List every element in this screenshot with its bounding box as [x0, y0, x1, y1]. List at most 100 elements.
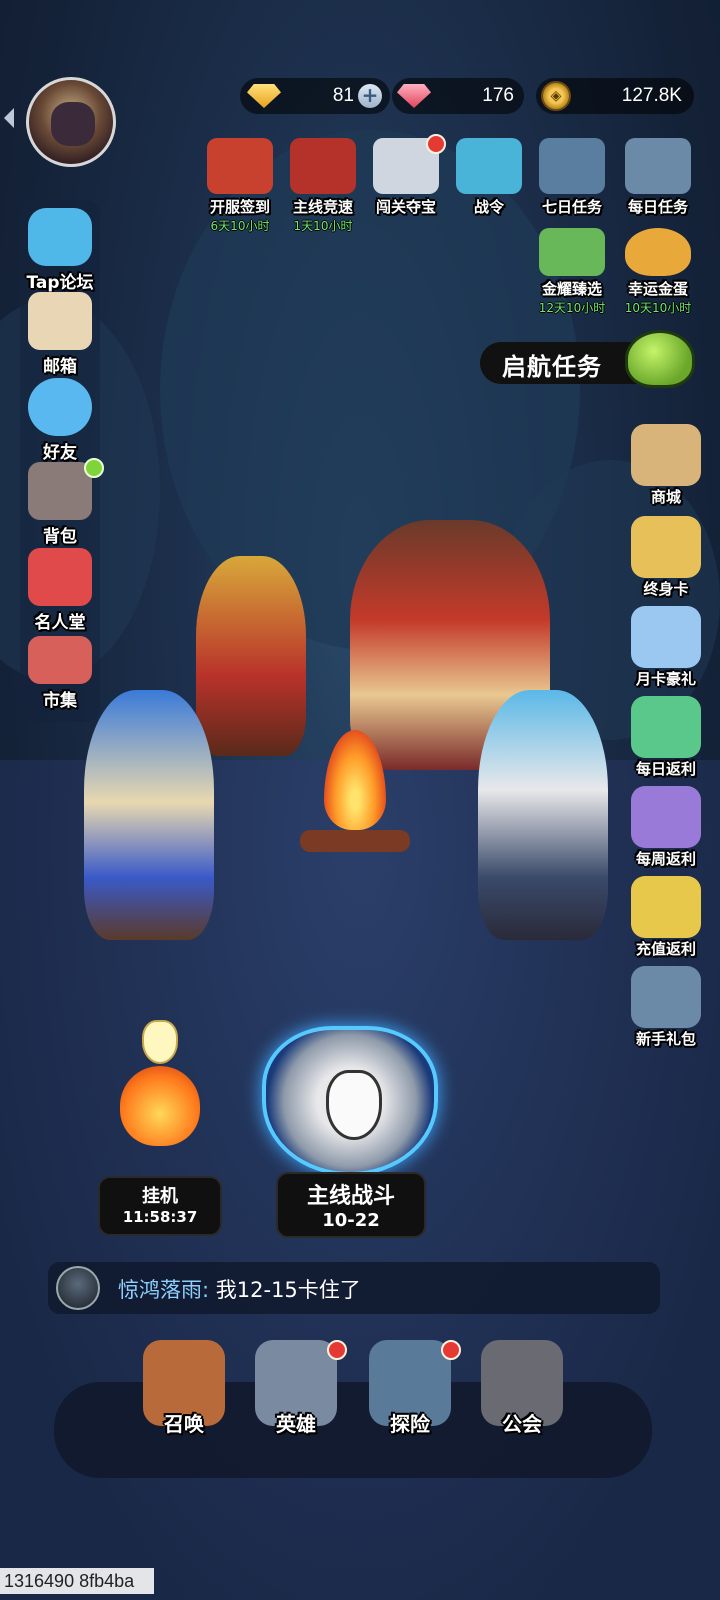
red-gem-value: 176: [482, 85, 514, 106]
idle-button[interactable]: 挂机 11:58:37: [98, 1176, 222, 1236]
nav-label: 英雄: [276, 1412, 316, 1436]
build-id: 1316490 8fb4ba: [0, 1568, 154, 1594]
chat-bubble-icon: [28, 208, 92, 266]
feature-label: 闯关夺宝: [375, 198, 436, 216]
right-menu-label: 商城: [650, 488, 681, 506]
feature-daily-tasks[interactable]: 每日任务: [612, 138, 704, 217]
helmet-icon: [539, 138, 605, 194]
add-gem-button[interactable]: +: [358, 84, 382, 108]
feature-treasure-hunt[interactable]: 闯关夺宝: [360, 134, 452, 217]
right-menu-label: 每日返利: [635, 760, 696, 778]
menu-item-backpack[interactable]: 背包: [10, 458, 110, 547]
weekly-gift-icon: [631, 786, 701, 848]
fire-icon: [324, 730, 386, 830]
starter-pack-icon: [631, 966, 701, 1028]
feature-label: 战令: [473, 198, 504, 216]
staff-ranger-hero[interactable]: [478, 690, 608, 940]
red-diamond-icon: [394, 78, 434, 114]
spartan-hero[interactable]: [196, 556, 306, 756]
menu-item-forum[interactable]: Tap论坛: [10, 208, 110, 293]
nav-heroes[interactable]: 英雄: [246, 1340, 347, 1437]
menu-item-market[interactable]: 市集: [10, 636, 110, 711]
gold-gem-value: 81: [332, 85, 354, 106]
nav-label: 公会: [502, 1412, 542, 1436]
menu-label: 市集: [43, 691, 77, 711]
right-item-recharge-rebate[interactable]: 充值返利: [612, 876, 720, 959]
feature-timer: 1天10小时: [293, 219, 353, 233]
green-calendar-icon: [539, 228, 605, 276]
battle-pass-icon: [456, 138, 522, 194]
chat-text: 我12-15卡住了: [215, 1278, 361, 1302]
right-item-daily-rebate[interactable]: 每日返利: [612, 696, 720, 779]
nav-guild[interactable]: 公会: [472, 1340, 572, 1437]
resource-bar: 81 + 176 ◈ 127.8K: [240, 78, 710, 114]
player-avatar[interactable]: [26, 77, 116, 167]
shop-bag-icon: [631, 424, 701, 486]
hall-of-fame-icon: [28, 548, 92, 606]
voyage-quest-label: 启航任务: [502, 353, 602, 381]
crown-card-icon: [631, 516, 701, 578]
idle-title: 挂机: [142, 1186, 178, 1207]
feature-battle-pass[interactable]: 战令: [443, 138, 535, 217]
menu-label: Tap论坛: [26, 273, 94, 293]
right-menu-label: 终身卡: [643, 580, 689, 598]
quest-book-icon: [625, 138, 691, 194]
feature-golden-selection[interactable]: 金耀臻选 12天10小时: [526, 228, 618, 316]
right-item-starter-pack[interactable]: 新手礼包: [612, 966, 720, 1049]
chat-avatar: [56, 1266, 100, 1310]
campfire-logs: [300, 830, 410, 852]
nav-explore[interactable]: 探险: [360, 1340, 461, 1437]
feature-server-signin[interactable]: 开服签到 6天10小时: [194, 138, 286, 234]
coin-counter[interactable]: ◈ 127.8K: [536, 78, 694, 114]
feature-label: 金耀臻选: [541, 280, 602, 298]
fire-spirit-icon: [120, 1066, 200, 1146]
idle-rewards[interactable]: [112, 1020, 208, 1170]
chat-sender: 惊鸿落雨:: [118, 1278, 210, 1302]
calendar-icon: [207, 138, 273, 194]
gold-gem-counter[interactable]: 81 +: [240, 78, 390, 114]
main-battle-emblem[interactable]: [262, 1026, 438, 1176]
feature-label: 七日任务: [541, 198, 602, 216]
gold-coin-icon: ◈: [536, 78, 576, 114]
feature-label: 主线竞速: [292, 198, 353, 216]
right-menu-label: 充值返利: [635, 940, 696, 958]
menu-label: 名人堂: [34, 613, 86, 633]
right-menu-label: 每周返利: [635, 850, 696, 868]
feature-timer: 12天10小时: [538, 301, 606, 315]
voyage-quest-banner[interactable]: 启航任务: [480, 330, 695, 388]
right-item-weekly-rebate[interactable]: 每周返利: [612, 786, 720, 869]
elf-mage-hero[interactable]: [84, 690, 214, 940]
menu-label: 背包: [43, 527, 77, 547]
collapse-arrow-icon[interactable]: [4, 108, 14, 128]
main-battle-stage: 10-22: [322, 1210, 380, 1231]
right-item-monthly-card[interactable]: 月卡豪礼: [612, 606, 720, 689]
notification-dot: [441, 1340, 461, 1360]
envelope-icon: [28, 292, 92, 350]
feature-lucky-egg[interactable]: 幸运金蛋 10天10小时: [612, 228, 704, 316]
potion-bottle-icon: [142, 1020, 178, 1064]
ssr-card-icon: [631, 606, 701, 668]
menu-item-mailbox[interactable]: 邮箱: [10, 292, 110, 377]
chat-bar[interactable]: 惊鸿落雨: 我12-15卡住了: [48, 1262, 660, 1314]
notification-dot: [327, 1340, 347, 1360]
idle-timer: 11:58:37: [122, 1208, 198, 1226]
feature-timer: 10天10小时: [624, 301, 692, 315]
menu-label: 邮箱: [43, 357, 77, 377]
golden-egg-icon: [625, 228, 691, 276]
main-battle-button[interactable]: 主线战斗 10-22: [276, 1172, 426, 1238]
right-menu-label: 新手礼包: [635, 1030, 696, 1048]
nav-summon[interactable]: 召唤: [134, 1340, 234, 1437]
red-gem-counter[interactable]: 176: [392, 78, 524, 114]
feature-timer: 6天10小时: [210, 219, 270, 233]
friends-icon: [28, 378, 92, 436]
right-item-shop[interactable]: 商城: [612, 424, 720, 507]
slime-icon: [625, 330, 695, 388]
market-stall-icon: [28, 636, 92, 684]
nav-label: 探险: [390, 1412, 430, 1436]
gold-diamond-icon: [244, 78, 284, 114]
feature-main-race[interactable]: 主线竞速 1天10小时: [277, 138, 369, 234]
menu-item-friends[interactable]: 好友: [10, 378, 110, 463]
feature-seven-day-tasks[interactable]: 七日任务: [526, 138, 618, 217]
right-item-lifetime-card[interactable]: 终身卡: [612, 516, 720, 599]
menu-item-hall-of-fame[interactable]: 名人堂: [10, 548, 110, 633]
